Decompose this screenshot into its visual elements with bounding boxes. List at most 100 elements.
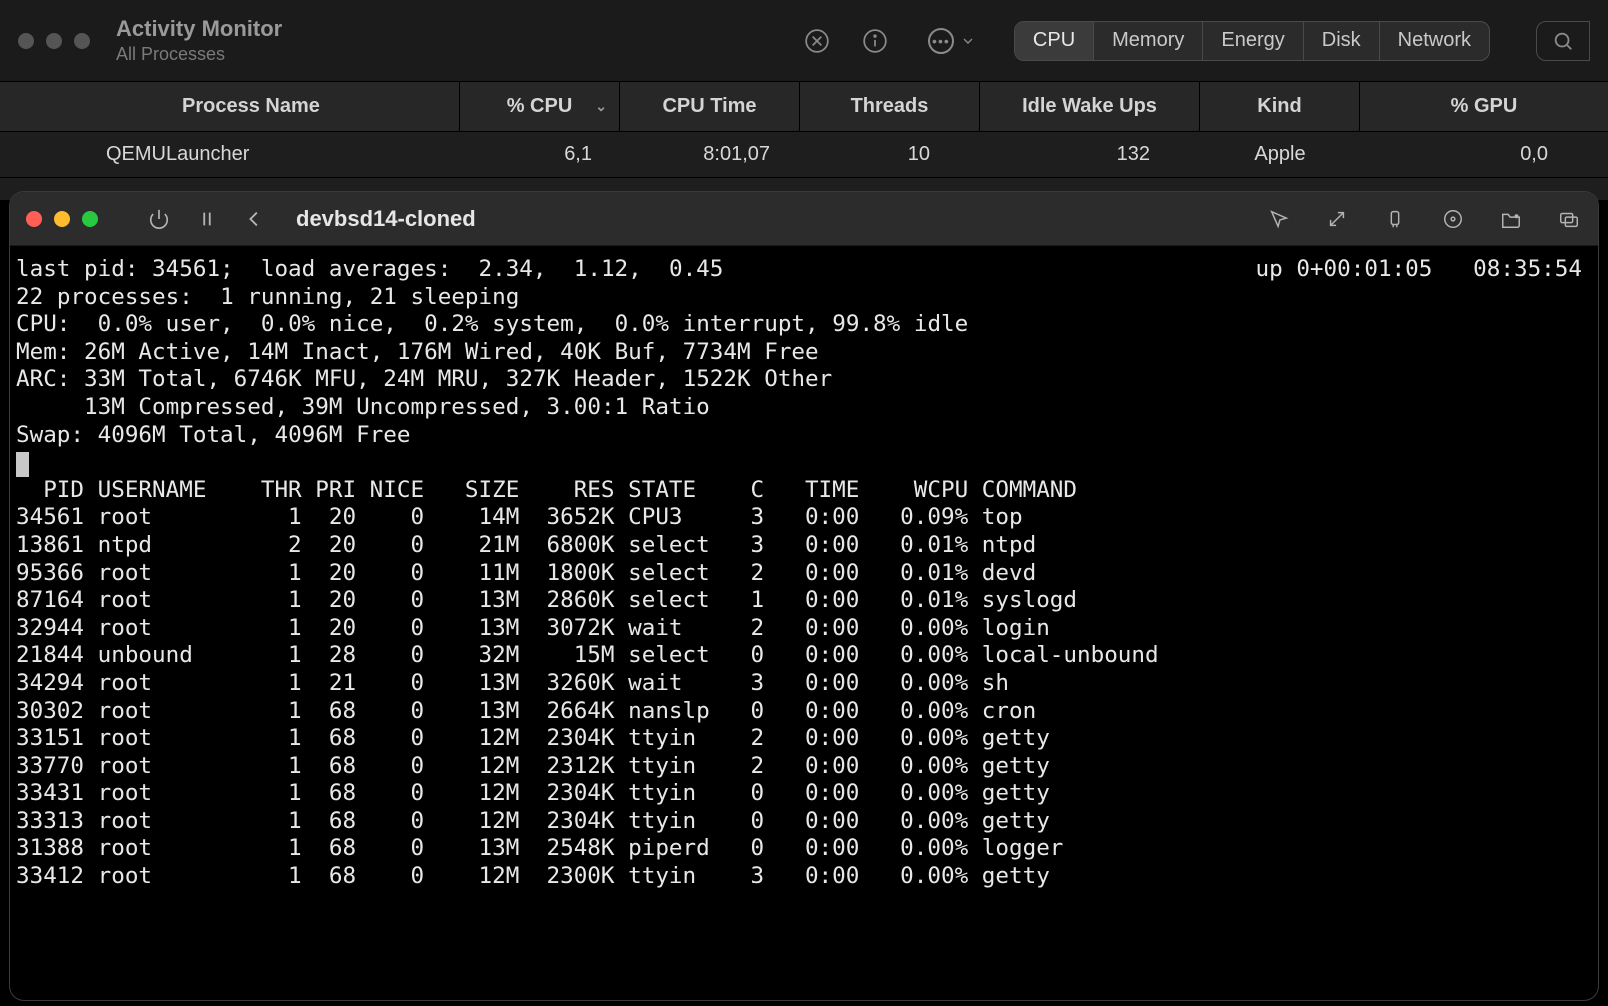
arc-total: 33M (84, 366, 125, 392)
restart-icon (244, 208, 266, 230)
col-idle-wakeups[interactable]: Idle Wake Ups (980, 82, 1200, 131)
col-gpu[interactable]: % GPU (1360, 82, 1608, 131)
terminal-output[interactable]: last pid: 34561; load averages: 2.34, 1.… (10, 246, 1598, 891)
cell-idle: 132 (980, 132, 1200, 177)
cpu-user: 0.0% (98, 311, 152, 337)
cpu-idle: 99.8% (832, 311, 900, 337)
col-process-name[interactable]: Process Name (0, 82, 460, 131)
search-button[interactable] (1536, 21, 1590, 61)
cpu-system: 0.2% (424, 311, 478, 337)
minimize-button[interactable] (54, 211, 70, 227)
windows-icon (1558, 208, 1580, 230)
uptime: 0+00:01:05 (1296, 256, 1432, 282)
capture-input-button[interactable] (1266, 206, 1292, 232)
terminal-cursor (16, 452, 29, 477)
activity-monitor-window: Activity Monitor All Processes ••• CPU M… (0, 0, 1608, 200)
resize-icon (1326, 208, 1348, 230)
load5: 1.12 (574, 256, 628, 282)
top-line1-right: up 0+00:01:05 08:35:54 (1256, 256, 1592, 284)
arc-other: 1522K (683, 366, 751, 392)
vm-titlebar: devbsd14-cloned (10, 192, 1598, 246)
cell-gpu: 0,0 (1360, 132, 1608, 177)
swap-free: 4096M (274, 422, 342, 448)
cell-cpu: 6,1 (460, 132, 620, 177)
shared-folder-button[interactable] (1498, 206, 1524, 232)
col-cpu[interactable]: % CPU ⌄ (460, 82, 620, 131)
cpu-interrupt: 0.0% (615, 311, 669, 337)
activity-monitor-titlebar: Activity Monitor All Processes ••• CPU M… (0, 0, 1608, 82)
clock: 08:35:54 (1473, 256, 1582, 282)
minimize-button[interactable] (46, 33, 62, 49)
tab-network[interactable]: Network (1380, 22, 1489, 60)
process-row[interactable]: QEMULauncher 6,1 8:01,07 10 132 Apple 0,… (0, 132, 1608, 178)
activity-monitor-toolbar: ••• CPU Memory Energy Disk Network (802, 21, 1590, 61)
arc-mru: 24M (383, 366, 424, 392)
drive-image-button[interactable] (1440, 206, 1466, 232)
mem-active: 26M (84, 339, 125, 365)
load15: 0.45 (669, 256, 723, 282)
swap-total: 4096M (98, 422, 166, 448)
arc-mfu: 6746K (234, 366, 302, 392)
pause-button[interactable] (194, 206, 220, 232)
folder-icon (1500, 208, 1522, 230)
col-cpu-label: % CPU (507, 95, 573, 118)
pause-icon (196, 208, 218, 230)
cpu-nice: 0.0% (261, 311, 315, 337)
mem-buf: 40K (560, 339, 601, 365)
power-icon (148, 208, 170, 230)
window-controls (18, 33, 90, 49)
windows-button[interactable] (1556, 206, 1582, 232)
resource-tabs: CPU Memory Energy Disk Network (1014, 21, 1490, 61)
window-title: Activity Monitor (116, 16, 282, 42)
col-threads[interactable]: Threads (800, 82, 980, 131)
tab-energy[interactable]: Energy (1203, 22, 1303, 60)
arc-uncompressed: 39M (302, 394, 343, 420)
usb-icon (1384, 208, 1406, 230)
proc-sleeping: 21 (370, 284, 397, 310)
tab-memory[interactable]: Memory (1094, 22, 1203, 60)
power-button[interactable] (146, 206, 172, 232)
cell-process-name: QEMULauncher (0, 132, 460, 177)
vm-toolbar-right (1266, 206, 1582, 232)
tab-cpu[interactable]: CPU (1015, 22, 1094, 60)
zoom-button[interactable] (74, 33, 90, 49)
window-subtitle[interactable]: All Processes (116, 44, 282, 66)
top-columns: PID USERNAME THR PRI NICE SIZE RES STATE… (16, 477, 1077, 503)
window-controls (26, 211, 98, 227)
usb-button[interactable] (1382, 206, 1408, 232)
zoom-button[interactable] (82, 211, 98, 227)
search-icon (1552, 30, 1574, 52)
mem-free: 7734M (683, 339, 751, 365)
close-button[interactable] (26, 211, 42, 227)
info-button[interactable] (860, 26, 890, 56)
arc-ratio: 3.00:1 (547, 394, 629, 420)
proc-total: 22 (16, 284, 43, 310)
close-button[interactable] (18, 33, 34, 49)
disc-icon (1442, 208, 1464, 230)
chevron-down-icon (960, 33, 976, 49)
cell-cpu-time: 8:01,07 (620, 132, 800, 177)
top-process-list: 34561 root 1 20 0 14M 3652K CPU3 3 0:00 … (16, 504, 1159, 889)
stop-process-button[interactable] (802, 26, 832, 56)
vm-window: devbsd14-cloned last pid: 34561; load av… (10, 192, 1598, 1000)
cell-kind: Apple (1200, 132, 1360, 177)
proc-running: 1 (220, 284, 234, 310)
arc-compressed: 13M (84, 394, 125, 420)
resize-button[interactable] (1324, 206, 1350, 232)
title-stack: Activity Monitor All Processes (116, 16, 282, 66)
column-headers: Process Name % CPU ⌄ CPU Time Threads Idl… (0, 82, 1608, 132)
mem-wired: 176M (397, 339, 451, 365)
restart-button[interactable] (242, 206, 268, 232)
more-menu[interactable]: ••• (918, 22, 986, 60)
load1: 2.34 (479, 256, 533, 282)
ellipsis-icon: ••• (928, 28, 954, 54)
sort-indicator-icon: ⌄ (595, 98, 607, 115)
cell-threads: 10 (800, 132, 980, 177)
last-pid: 34561 (152, 256, 220, 282)
top-line1-left: last pid: 34561; load averages: 2.34, 1.… (16, 256, 723, 284)
cursor-icon (1268, 208, 1290, 230)
col-cpu-time[interactable]: CPU Time (620, 82, 800, 131)
arc-header: 327K (506, 366, 560, 392)
col-kind[interactable]: Kind (1200, 82, 1360, 131)
tab-disk[interactable]: Disk (1304, 22, 1380, 60)
